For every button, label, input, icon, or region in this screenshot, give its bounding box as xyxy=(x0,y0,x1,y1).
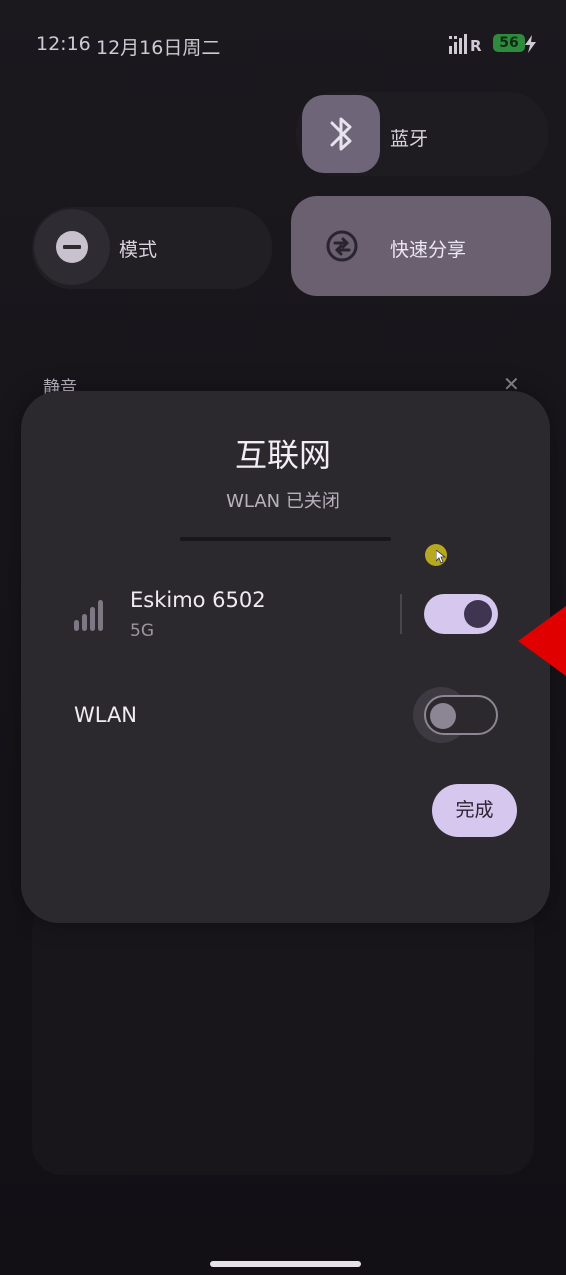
charging-bolt-icon xyxy=(525,35,536,53)
mouse-cursor-icon xyxy=(436,550,446,564)
annotation-arrow-icon xyxy=(518,606,566,676)
wlan-toggle[interactable] xyxy=(424,695,498,735)
svg-text:R: R xyxy=(470,37,482,54)
bluetooth-icon xyxy=(330,117,352,151)
done-button[interactable]: 完成 xyxy=(432,784,517,837)
dialog-title: 互联网 xyxy=(234,436,331,474)
wlan-label: WLAN xyxy=(74,703,138,727)
background-panel xyxy=(32,900,534,1175)
toggle-knob xyxy=(464,600,492,628)
do-not-disturb-icon xyxy=(56,231,88,263)
status-time: 12:16 xyxy=(36,33,91,55)
network-toggle[interactable] xyxy=(424,594,498,634)
network-name: Eskimo 6502 xyxy=(130,588,266,612)
toggle-knob xyxy=(430,703,456,729)
battery-indicator: 56 xyxy=(493,34,525,52)
status-date: 12月16日周二 xyxy=(96,37,221,59)
network-band: 5G xyxy=(130,621,154,641)
mode-tile-icon-box[interactable] xyxy=(34,209,110,285)
home-indicator[interactable] xyxy=(210,1261,361,1267)
quick-share-icon xyxy=(326,230,358,262)
bluetooth-tile-label: 蓝牙 xyxy=(390,128,429,150)
bluetooth-tile-icon-box[interactable] xyxy=(302,95,380,173)
signal-bars-roaming-icon: R xyxy=(449,34,482,54)
mode-tile-label: 模式 xyxy=(119,239,158,261)
row-divider xyxy=(400,594,402,634)
scan-progress-bar xyxy=(180,537,391,541)
quick-share-tile-label: 快速分享 xyxy=(390,239,467,261)
dialog-subtitle: WLAN 已关闭 xyxy=(226,491,340,512)
cellular-signal-icon xyxy=(74,600,103,631)
